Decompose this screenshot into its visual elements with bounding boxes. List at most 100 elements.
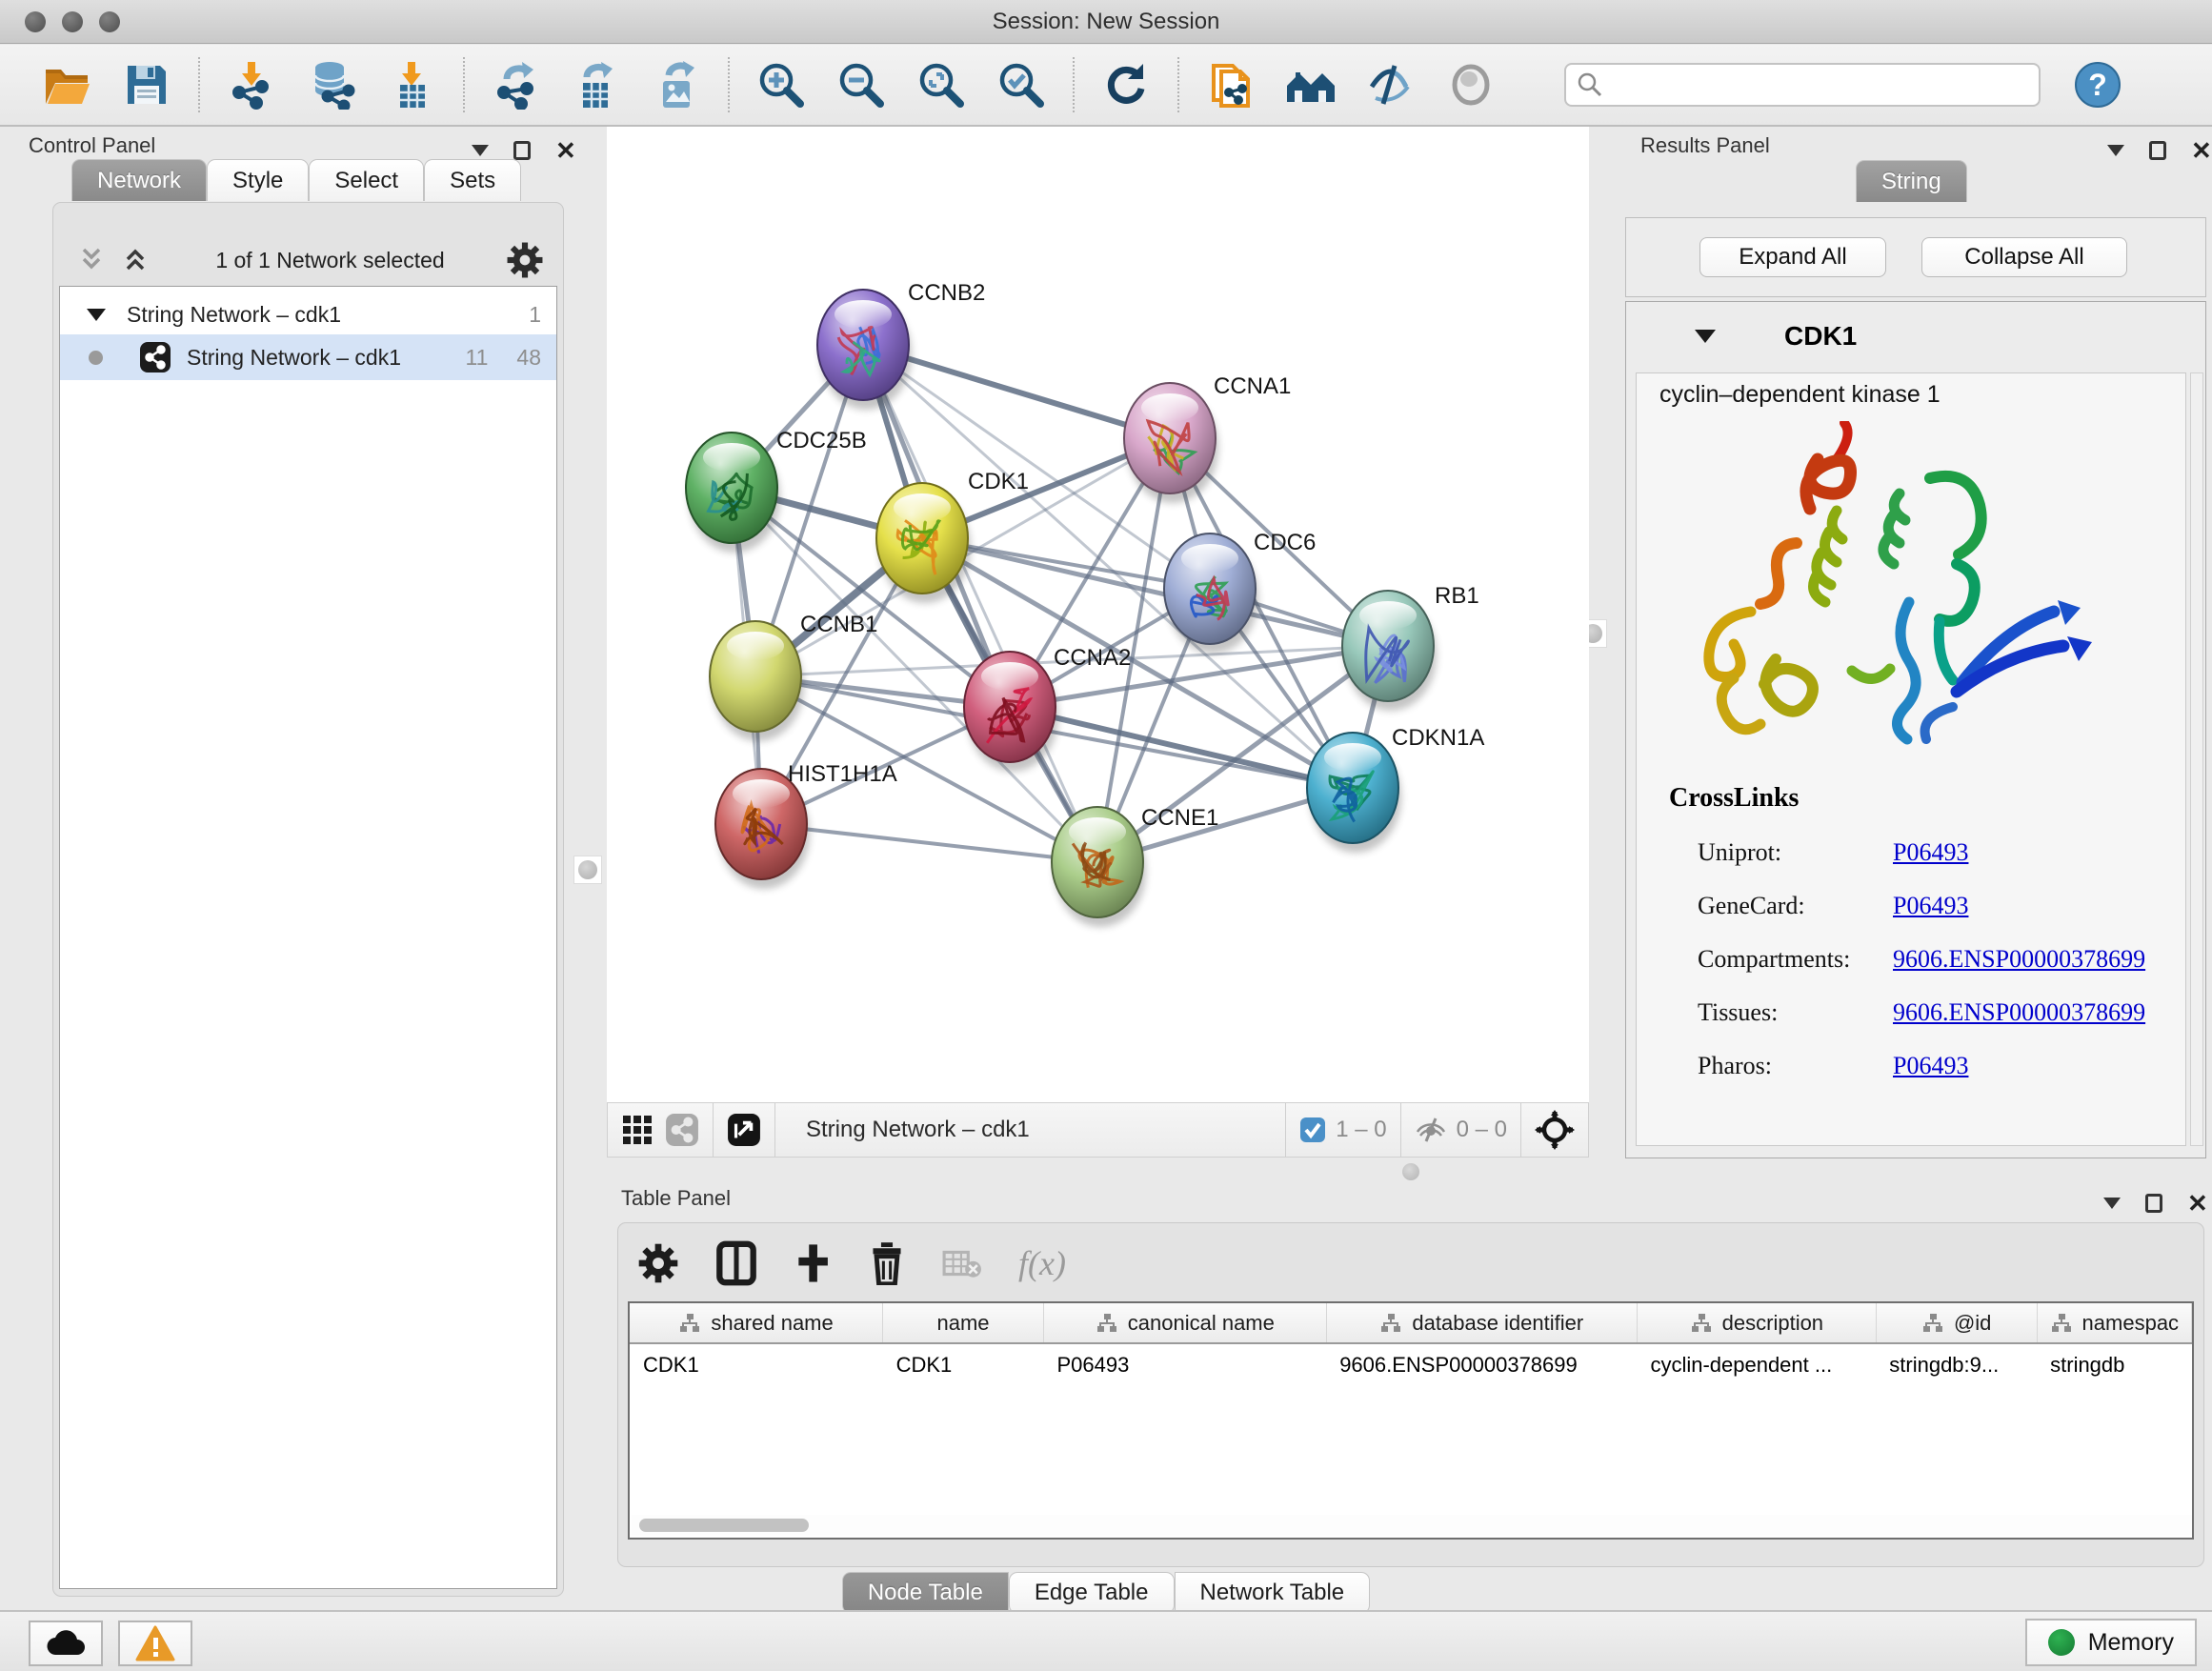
- tab-node-table[interactable]: Node Table: [842, 1572, 1009, 1614]
- network-node-CCNA1[interactable]: CCNA1: [1124, 373, 1291, 503]
- app-store-button[interactable]: [29, 1621, 103, 1666]
- delete-column-icon[interactable]: [868, 1241, 906, 1285]
- collapse-all-icon[interactable]: [76, 244, 111, 276]
- tree-expander-icon[interactable]: [87, 309, 106, 321]
- memory-button[interactable]: Memory: [2025, 1619, 2197, 1666]
- warnings-button[interactable]: [118, 1621, 192, 1666]
- crosslink-link[interactable]: P06493: [1893, 838, 1968, 867]
- network-node-RB1[interactable]: RB1: [1342, 583, 1479, 711]
- toolbar-search[interactable]: [1564, 63, 2041, 107]
- help-button[interactable]: ?: [2058, 53, 2138, 116]
- network-node-CDC6[interactable]: CDC6: [1164, 530, 1316, 654]
- network-node-CCNB1[interactable]: CCNB1: [710, 612, 877, 741]
- crosslink-link[interactable]: P06493: [1893, 892, 1968, 920]
- float-panel-icon[interactable]: [513, 141, 531, 160]
- table-cell[interactable]: CDK1: [883, 1343, 1044, 1385]
- column-type-icon: [1690, 1313, 1713, 1334]
- tab-sets[interactable]: Sets: [424, 159, 521, 201]
- add-column-icon[interactable]: [794, 1242, 832, 1284]
- table-gear-icon[interactable]: [637, 1242, 679, 1284]
- network-node-HIST1H1A[interactable]: HIST1H1A: [715, 761, 897, 889]
- import-database-icon: [305, 60, 358, 110]
- tab-string[interactable]: String: [1856, 160, 1967, 202]
- import-network-button[interactable]: [211, 53, 292, 116]
- zoom-selected-button[interactable]: [981, 53, 1061, 116]
- horizontal-splitter-handle[interactable]: [1402, 1163, 1419, 1180]
- network-node-CCNB2[interactable]: CCNB2: [817, 280, 985, 410]
- import-network-from-database-button[interactable]: [292, 53, 372, 116]
- share-view-icon[interactable]: [665, 1113, 699, 1147]
- share-document-button[interactable]: [1191, 53, 1271, 116]
- expand-all-button[interactable]: Expand All: [1699, 237, 1886, 277]
- panel-menu-icon[interactable]: [2107, 145, 2124, 156]
- network-graph[interactable]: CCNB2 CCNA1 CDC25B CDK1 CDC6 RB1 CCNB1: [607, 127, 1589, 1102]
- left-splitter-handle[interactable]: [573, 856, 602, 884]
- scrollbar-thumb[interactable]: [639, 1519, 809, 1532]
- close-panel-icon[interactable]: ✕: [2191, 138, 2212, 163]
- table-cell[interactable]: 9606.ENSP00000378699: [1326, 1343, 1637, 1385]
- zoom-out-button[interactable]: [821, 53, 901, 116]
- float-panel-icon[interactable]: [2149, 141, 2166, 160]
- crosslink-link[interactable]: P06493: [1893, 1052, 1968, 1080]
- protein-card-header[interactable]: CDK1: [1626, 302, 2205, 371]
- expand-all-icon[interactable]: [120, 244, 154, 276]
- column-header-name[interactable]: name: [883, 1303, 1044, 1343]
- zoom-fit-button[interactable]: [901, 53, 981, 116]
- table-cell[interactable]: P06493: [1043, 1343, 1326, 1385]
- panel-menu-icon[interactable]: [2103, 1198, 2121, 1209]
- column-header-description[interactable]: description: [1637, 1303, 1876, 1343]
- tab-edge-table[interactable]: Edge Table: [1009, 1572, 1175, 1614]
- column-header-shared-name[interactable]: shared name: [630, 1303, 883, 1343]
- fit-selected-icon[interactable]: [1535, 1110, 1575, 1150]
- tab-select[interactable]: Select: [309, 159, 424, 201]
- selected-checkbox-icon[interactable]: [1299, 1117, 1326, 1143]
- column-header-database-identifier[interactable]: database identifier: [1326, 1303, 1637, 1343]
- crosslink-link[interactable]: 9606.ENSP00000378699: [1893, 945, 2145, 974]
- open-session-button[interactable]: [27, 53, 107, 116]
- column-header-canonical-name[interactable]: canonical name: [1043, 1303, 1326, 1343]
- tab-network[interactable]: Network: [71, 159, 207, 201]
- crosslink-link[interactable]: 9606.ENSP00000378699: [1893, 998, 2145, 1027]
- results-scrollbar[interactable]: [2190, 372, 2203, 1146]
- show-columns-icon[interactable]: [715, 1240, 757, 1286]
- search-input[interactable]: [1604, 67, 2029, 103]
- collapse-section-icon[interactable]: [1695, 330, 1716, 343]
- gear-icon[interactable]: [506, 241, 544, 279]
- show-panel-button[interactable]: [1431, 53, 1511, 116]
- network-node-CDK1[interactable]: CDK1: [876, 469, 1029, 603]
- tab-network-table[interactable]: Network Table: [1175, 1572, 1371, 1614]
- close-panel-icon[interactable]: ✕: [2187, 1191, 2208, 1216]
- network-canvas[interactable]: CCNB2 CCNA1 CDC25B CDK1 CDC6 RB1 CCNB1: [607, 127, 1589, 1102]
- table-row[interactable]: CDK1CDK1P064939606.ENSP00000378699cyclin…: [630, 1343, 2192, 1385]
- birdseye-grid-icon[interactable]: [621, 1114, 654, 1146]
- network-collection-row[interactable]: String Network – cdk1 1: [60, 294, 556, 334]
- refresh-button[interactable]: [1086, 53, 1166, 116]
- float-panel-icon[interactable]: [2145, 1194, 2162, 1213]
- network-row[interactable]: String Network – cdk1 11 48: [60, 334, 556, 380]
- table-cell[interactable]: stringdb: [2037, 1343, 2191, 1385]
- zoom-in-button[interactable]: [741, 53, 821, 116]
- export-network-button[interactable]: [476, 53, 556, 116]
- panel-menu-icon[interactable]: [472, 145, 489, 156]
- network-node-CCNE1[interactable]: CCNE1: [1052, 805, 1218, 927]
- node-label: CCNA2: [1054, 645, 1131, 671]
- table-cell[interactable]: cyclin-dependent ...: [1637, 1343, 1876, 1385]
- home-button[interactable]: [1271, 53, 1351, 116]
- table-cell[interactable]: stringdb:9...: [1876, 1343, 2037, 1385]
- import-table-button[interactable]: [372, 53, 452, 116]
- save-session-button[interactable]: [107, 53, 187, 116]
- open-in-window-icon[interactable]: [727, 1113, 761, 1147]
- delete-table-icon: [942, 1247, 982, 1279]
- column-header-namespac[interactable]: namespac: [2037, 1303, 2191, 1343]
- tab-style[interactable]: Style: [207, 159, 309, 201]
- node-table-grid[interactable]: shared namenamecanonical namedatabase id…: [628, 1301, 2194, 1540]
- network-node-CDKN1A[interactable]: CDKN1A: [1307, 725, 1484, 853]
- close-panel-icon[interactable]: ✕: [555, 138, 576, 163]
- column-header--id[interactable]: @id: [1876, 1303, 2037, 1343]
- collapse-all-button[interactable]: Collapse All: [1921, 237, 2127, 277]
- export-table-button[interactable]: [556, 53, 636, 116]
- table-hscrollbar[interactable]: [632, 1515, 2194, 1536]
- export-image-button[interactable]: [636, 53, 716, 116]
- hide-panel-button[interactable]: [1351, 53, 1431, 116]
- table-cell[interactable]: CDK1: [630, 1343, 883, 1385]
